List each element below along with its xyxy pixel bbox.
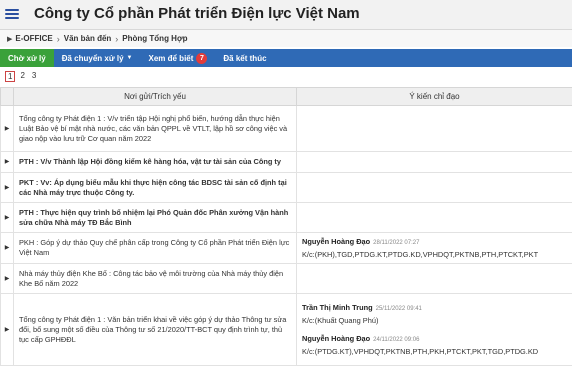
expand-row-icon[interactable]: ▶: [0, 105, 14, 152]
expand-row-icon[interactable]: ▶: [0, 172, 14, 203]
opinion-author: Nguyễn Hoàng Đạo: [302, 333, 371, 343]
expand-row-icon[interactable]: ▶: [0, 202, 14, 233]
tab-finished[interactable]: Đã kết thúc: [215, 49, 274, 67]
table-row[interactable]: ▶ PTH : Thực hiện quy trình bổ nhiệm lại …: [0, 202, 572, 233]
chevron-down-icon: ▼: [126, 55, 133, 61]
row-subject[interactable]: Nhà máy thủy điện Khe Bố : Công tác bảo …: [13, 263, 297, 294]
tab-bar: Chờ xử lý Đã chuyển xử lý ▼ Xem để biết 7 …: [0, 49, 572, 67]
breadcrumb-separator-icon: ›: [56, 33, 60, 44]
tab-forwarded-label: Đã chuyển xử lý: [61, 53, 124, 63]
opinion-entry: Nguyễn Hoàng Đạo 24/11/2022 09:06 K/c:(PTD…: [302, 334, 567, 357]
table-row[interactable]: ▶ Nhà máy thủy điện Khe Bố : Công tác bảo…: [0, 263, 572, 294]
tab-pending-label: Chờ xử lý: [8, 53, 46, 63]
tab-for-info[interactable]: Xem để biết 7: [141, 49, 216, 67]
opinion-recipients: K/c:(PTDG.KT),VPHDQT,PKTNB,PTH,PKH,PTCKT…: [302, 346, 539, 356]
breadcrumb-separator-icon: ›: [115, 33, 119, 44]
opinion-recipients: K/c:(Khuất Quang Phú): [302, 315, 379, 325]
row-subject[interactable]: PKT : Vv: Áp dụng biểu mẫu khi thực hiện…: [13, 172, 297, 203]
row-subject[interactable]: PTH : V/v Thành lập Hội đồng kiểm kê hàn…: [13, 151, 297, 173]
opinion-timestamp: 28/11/2022 07:27: [373, 239, 420, 246]
expand-row-icon[interactable]: ▶: [0, 232, 14, 264]
opinion-entry: Nguyễn Hoàng Đạo 28/11/2022 07:27 K/c:(PKH…: [302, 237, 567, 260]
row-subject[interactable]: Tổng công ty Phát điện 1 : V/v triển tập…: [13, 105, 297, 152]
opinion-recipients: K/c:(PKH),TGD,PTDG.KT,PTDG.KD,VPHDQT,PKT…: [302, 249, 539, 259]
breadcrumb-item-eoffice[interactable]: E-OFFICE: [15, 34, 52, 43]
page-link-1[interactable]: 1: [5, 71, 16, 82]
row-opinion: [296, 202, 572, 233]
opinion-entry: Trần Thị Minh Trung 25/11/2022 09:41 K/c:(…: [302, 303, 567, 326]
app-header: Công ty Cổ phần Phát triển Điện lực Việt…: [0, 0, 572, 30]
row-opinion: [296, 172, 572, 203]
tab-pending[interactable]: Chờ xử lý: [0, 49, 54, 67]
opinion-author: Nguyễn Hoàng Đạo: [302, 236, 371, 246]
home-icon[interactable]: ▶: [7, 35, 12, 43]
table-row[interactable]: ▶ Tổng công ty Phát điện 1 : V/v triển tậ…: [0, 105, 572, 152]
expand-row-icon[interactable]: ▶: [0, 151, 14, 173]
opinion-author: Trần Thị Minh Trung: [302, 302, 373, 312]
row-subject[interactable]: Tổng công ty Phát điện 1 : Văn bản triển…: [13, 293, 297, 366]
row-opinion: [296, 151, 572, 173]
row-opinion: [296, 263, 572, 294]
table-row[interactable]: ▶ PKT : Vv: Áp dụng biểu mẫu khi thực hiệ…: [0, 172, 572, 203]
breadcrumb-item-incoming[interactable]: Văn bản đến: [64, 34, 112, 43]
company-title: Công ty Cổ phần Phát triển Điện lực Việt…: [34, 5, 360, 22]
breadcrumb-item-department[interactable]: Phòng Tổng Hợp: [122, 34, 187, 43]
expand-column-header: [0, 87, 14, 106]
hamburger-menu-icon[interactable]: [5, 7, 19, 21]
table-row[interactable]: ▶ Tổng công ty Phát điện 1 : Văn bản triể…: [0, 293, 572, 366]
row-opinion: [296, 105, 572, 152]
row-subject[interactable]: PTH : Thực hiện quy trình bổ nhiệm lại P…: [13, 202, 297, 233]
opinion-timestamp: 25/11/2022 09:41: [375, 305, 422, 312]
page-link-3[interactable]: 3: [30, 71, 38, 82]
table-row[interactable]: ▶ PTH : V/v Thành lập Hội đồng kiểm kê hà…: [0, 151, 572, 173]
tab-for-info-label: Xem để biết: [148, 53, 194, 63]
tab-forwarded[interactable]: Đã chuyển xử lý ▼: [54, 49, 141, 67]
document-table: Nơi gửi/Trích yếu Ý kiến chỉ đạo ▶ Tổng c…: [0, 87, 572, 366]
row-opinion: Nguyễn Hoàng Đạo 28/11/2022 07:27 K/c:(PKH…: [296, 232, 572, 264]
row-subject[interactable]: PKH : Góp ý dự thảo Quy chế phân cấp tro…: [13, 232, 297, 264]
tab-finished-label: Đã kết thúc: [223, 53, 267, 63]
column-header-subject: Nơi gửi/Trích yếu: [13, 87, 297, 106]
column-header-opinion: Ý kiến chỉ đạo: [296, 87, 572, 106]
breadcrumb: ▶ E-OFFICE › Văn bản đến › Phòng Tổng Hợ…: [0, 30, 572, 47]
expand-row-icon[interactable]: ▶: [0, 263, 14, 294]
table-row[interactable]: ▶ PKH : Góp ý dự thảo Quy chế phân cấp tr…: [0, 232, 572, 264]
expand-row-icon[interactable]: ▶: [0, 293, 14, 366]
pagination: 1 2 3: [5, 71, 38, 82]
opinion-timestamp: 24/11/2022 09:06: [373, 336, 420, 343]
row-opinion: Trần Thị Minh Trung 25/11/2022 09:41 K/c:(…: [296, 293, 572, 366]
page-link-2[interactable]: 2: [18, 71, 26, 82]
count-badge: 7: [196, 52, 208, 64]
